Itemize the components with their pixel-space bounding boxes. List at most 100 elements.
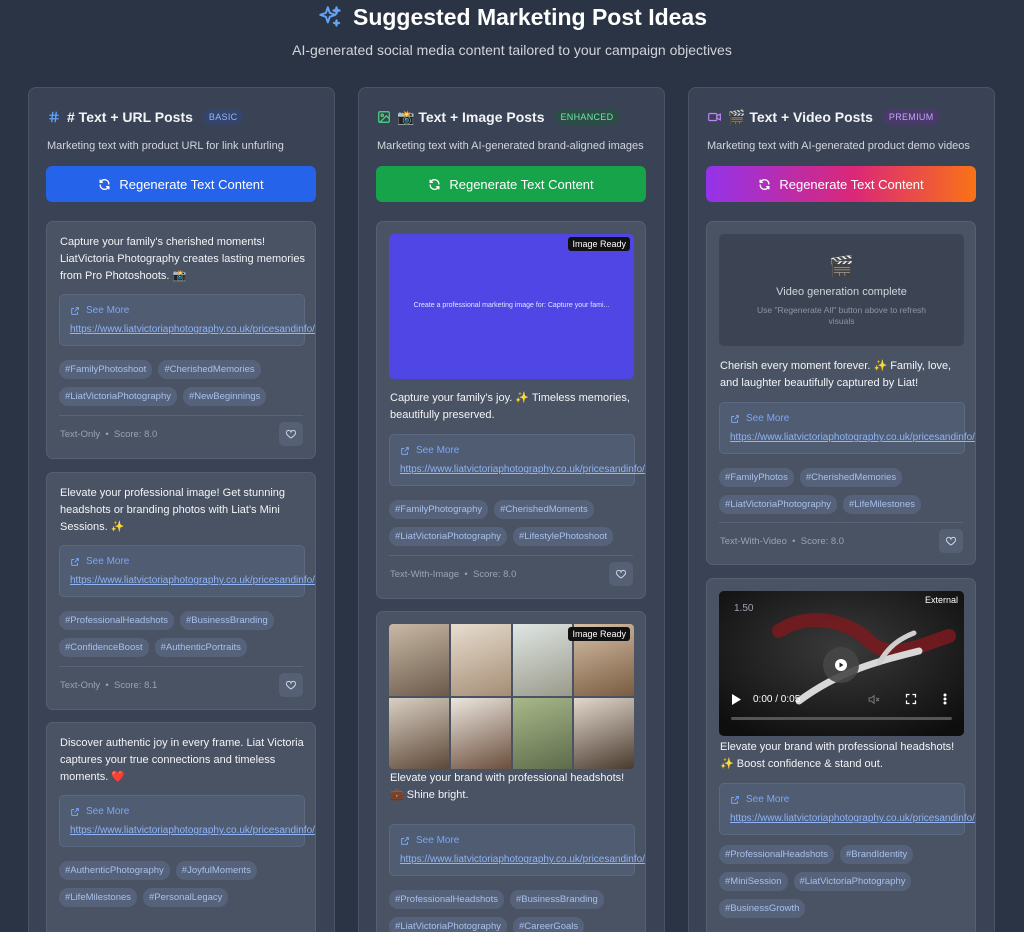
product-url[interactable]: https://www.liatvictoriaphotography.co.u… bbox=[70, 575, 315, 586]
hashtag[interactable]: #ConfidenceBoost bbox=[59, 638, 149, 657]
hashtag[interactable]: #ProfessionalHeadshots bbox=[389, 890, 504, 909]
see-more-link[interactable]: See More bbox=[730, 413, 789, 424]
product-url[interactable]: https://www.liatvictoriaphotography.co.u… bbox=[400, 464, 645, 475]
play-icon[interactable] bbox=[731, 693, 741, 705]
hashtag[interactable]: #LiatVictoriaPhotography bbox=[793, 872, 912, 891]
post-card: External 1.50 0:00 / 0:05 Elevate your b… bbox=[706, 578, 976, 932]
regenerate-button[interactable]: Regenerate Text Content bbox=[376, 166, 646, 202]
favorite-button[interactable] bbox=[279, 673, 303, 697]
hashtag[interactable]: #CherishedMoments bbox=[494, 500, 594, 519]
post-text: Elevate your professional image! Get stu… bbox=[60, 487, 286, 533]
refresh-icon bbox=[99, 178, 110, 190]
see-more-link[interactable]: See More bbox=[70, 305, 129, 316]
hashtag[interactable]: #ProfessionalHeadshots bbox=[59, 611, 174, 630]
hashtag[interactable]: #BusinessBranding bbox=[509, 890, 604, 909]
tier-badge: ENHANCED bbox=[554, 109, 620, 125]
hashtag[interactable]: #JoyfulMoments bbox=[175, 861, 257, 880]
video-placeholder: 🎬 Video generation complete Use "Regener… bbox=[719, 234, 964, 346]
hashtag[interactable]: #NewBeginnings bbox=[182, 387, 267, 406]
hash-icon bbox=[49, 111, 59, 123]
product-url[interactable]: https://www.liatvictoriaphotography.co.u… bbox=[70, 825, 315, 836]
column-header: 🎬 Text + Video Posts PREMIUM bbox=[707, 108, 940, 126]
photo-tile bbox=[512, 697, 573, 769]
post-text: Elevate your brand with professional hea… bbox=[720, 741, 955, 770]
refresh-icon bbox=[759, 178, 770, 190]
hashtag[interactable]: #FamilyPhotoshoot bbox=[59, 360, 153, 379]
hashtag[interactable]: #LiatVictoriaPhotography bbox=[719, 495, 837, 514]
favorite-button[interactable] bbox=[609, 562, 633, 586]
hashtag[interactable]: #ProfessionalHeadshots bbox=[719, 845, 834, 864]
hashtag-list: #ProfessionalHeadshots #BusinessBranding… bbox=[389, 890, 639, 932]
hashtag[interactable]: #LifeMilestones bbox=[842, 495, 921, 514]
hashtag[interactable]: #CareerGoals bbox=[512, 917, 585, 932]
generated-image-placeholder[interactable]: Image Ready Create a professional market… bbox=[389, 234, 634, 379]
link-preview[interactable]: See More https://www.liatvictoriaphotogr… bbox=[719, 402, 975, 454]
link-preview[interactable]: See More https://www.liatvictoriaphotogr… bbox=[59, 795, 315, 847]
hashtag[interactable]: #MiniSession bbox=[719, 872, 788, 891]
see-more-link[interactable]: See More bbox=[70, 556, 129, 567]
clapperboard-icon: 🎬 bbox=[829, 256, 854, 278]
fullscreen-icon[interactable] bbox=[905, 693, 917, 705]
tier-badge: PREMIUM bbox=[882, 109, 940, 125]
hashtag[interactable]: #AuthenticPhotography bbox=[59, 861, 170, 880]
card-footer: Text-Only • Score: 8.1 bbox=[59, 666, 303, 702]
product-url[interactable]: https://www.liatvictoriaphotography.co.u… bbox=[730, 813, 975, 824]
video-player[interactable]: External 1.50 0:00 / 0:05 bbox=[719, 591, 964, 736]
hashtag[interactable]: #LifestylePhotoshoot bbox=[512, 527, 614, 546]
favorite-button[interactable] bbox=[939, 529, 963, 553]
external-label: External bbox=[924, 595, 958, 605]
hashtag[interactable]: #AuthenticPortraits bbox=[154, 638, 247, 657]
post-meta: Text-Only • Score: 8.1 bbox=[60, 680, 158, 691]
video-status: Video generation complete bbox=[776, 286, 907, 298]
see-more-link[interactable]: See More bbox=[400, 445, 459, 456]
play-overlay-button[interactable] bbox=[823, 647, 859, 683]
product-url[interactable]: https://www.liatvictoriaphotography.co.u… bbox=[70, 324, 315, 335]
post-card: Image Ready Elevate your brand with prof… bbox=[376, 611, 646, 932]
hashtag[interactable]: #LifeMilestones bbox=[59, 888, 138, 907]
hashtag[interactable]: #BusinessBranding bbox=[179, 611, 274, 630]
post-text: Cherish every moment forever. ✨ Family, … bbox=[720, 360, 952, 389]
link-preview[interactable]: See More https://www.liatvictoriaphotogr… bbox=[59, 294, 315, 346]
link-preview[interactable]: See More https://www.liatvictoriaphotogr… bbox=[719, 783, 975, 835]
external-link-icon bbox=[731, 795, 739, 804]
hashtag[interactable]: #FamilyPhotography bbox=[389, 500, 489, 519]
hashtag[interactable]: #BusinessGrowth bbox=[719, 899, 806, 918]
hashtag[interactable]: #LiatVictoriaPhotography bbox=[389, 917, 507, 932]
column-title: # Text + URL Posts bbox=[67, 109, 193, 125]
hashtag[interactable]: #CherishedMemories bbox=[799, 468, 903, 487]
link-preview[interactable]: See More https://www.liatvictoriaphotogr… bbox=[389, 824, 645, 876]
more-options-icon[interactable] bbox=[943, 693, 947, 705]
video-controls: 0:00 / 0:05 bbox=[731, 691, 952, 707]
hashtag[interactable]: #LiatVictoriaPhotography bbox=[389, 527, 507, 546]
link-preview[interactable]: See More https://www.liatvictoriaphotogr… bbox=[389, 434, 645, 486]
product-url[interactable]: https://www.liatvictoriaphotography.co.u… bbox=[400, 854, 645, 865]
mute-icon[interactable] bbox=[867, 693, 880, 706]
favorite-button[interactable] bbox=[279, 422, 303, 446]
video-icon bbox=[708, 112, 721, 122]
column-header: 📸 Text + Image Posts ENHANCED bbox=[377, 108, 620, 126]
hashtag[interactable]: #CherishedMemories bbox=[158, 360, 261, 379]
see-more-link[interactable]: See More bbox=[730, 794, 789, 805]
hashtag[interactable]: #FamilyPhotos bbox=[719, 468, 794, 487]
link-preview[interactable]: See More https://www.liatvictoriaphotogr… bbox=[59, 545, 315, 597]
hashtag[interactable]: #LiatVictoriaPhotography bbox=[59, 387, 177, 406]
see-more-link[interactable]: See More bbox=[400, 835, 459, 846]
product-url[interactable]: https://www.liatvictoriaphotography.co.u… bbox=[730, 432, 975, 443]
post-text: Capture your family's joy. ✨ Timeless me… bbox=[390, 392, 630, 421]
photo-tile bbox=[389, 697, 449, 769]
hashtag[interactable]: #PersonalLegacy bbox=[143, 888, 229, 907]
card-footer: Text-With-Image • Score: 8.0 bbox=[389, 555, 633, 591]
post-text: Capture your family's cherished moments!… bbox=[60, 236, 305, 282]
regenerate-button-label: Regenerate Text Content bbox=[779, 176, 924, 192]
hashtag-list: #FamilyPhotography #CherishedMoments #Li… bbox=[389, 500, 639, 546]
regenerate-button[interactable]: Regenerate Text Content bbox=[706, 166, 976, 202]
hashtag[interactable]: #BrandIdentity bbox=[839, 845, 914, 864]
see-more-link[interactable]: See More bbox=[70, 806, 129, 817]
generated-photo-collage[interactable]: Image Ready bbox=[389, 624, 634, 769]
external-link-icon bbox=[71, 807, 79, 816]
post-card: 🎬 Video generation complete Use "Regener… bbox=[706, 221, 976, 565]
card-footer: Text-With-Video • Score: 8.0 bbox=[719, 522, 963, 558]
regenerate-button[interactable]: Regenerate Text Content bbox=[46, 166, 316, 202]
video-progress-bar[interactable] bbox=[731, 717, 952, 720]
page-subtitle: AI-generated social media content tailor… bbox=[292, 42, 732, 58]
